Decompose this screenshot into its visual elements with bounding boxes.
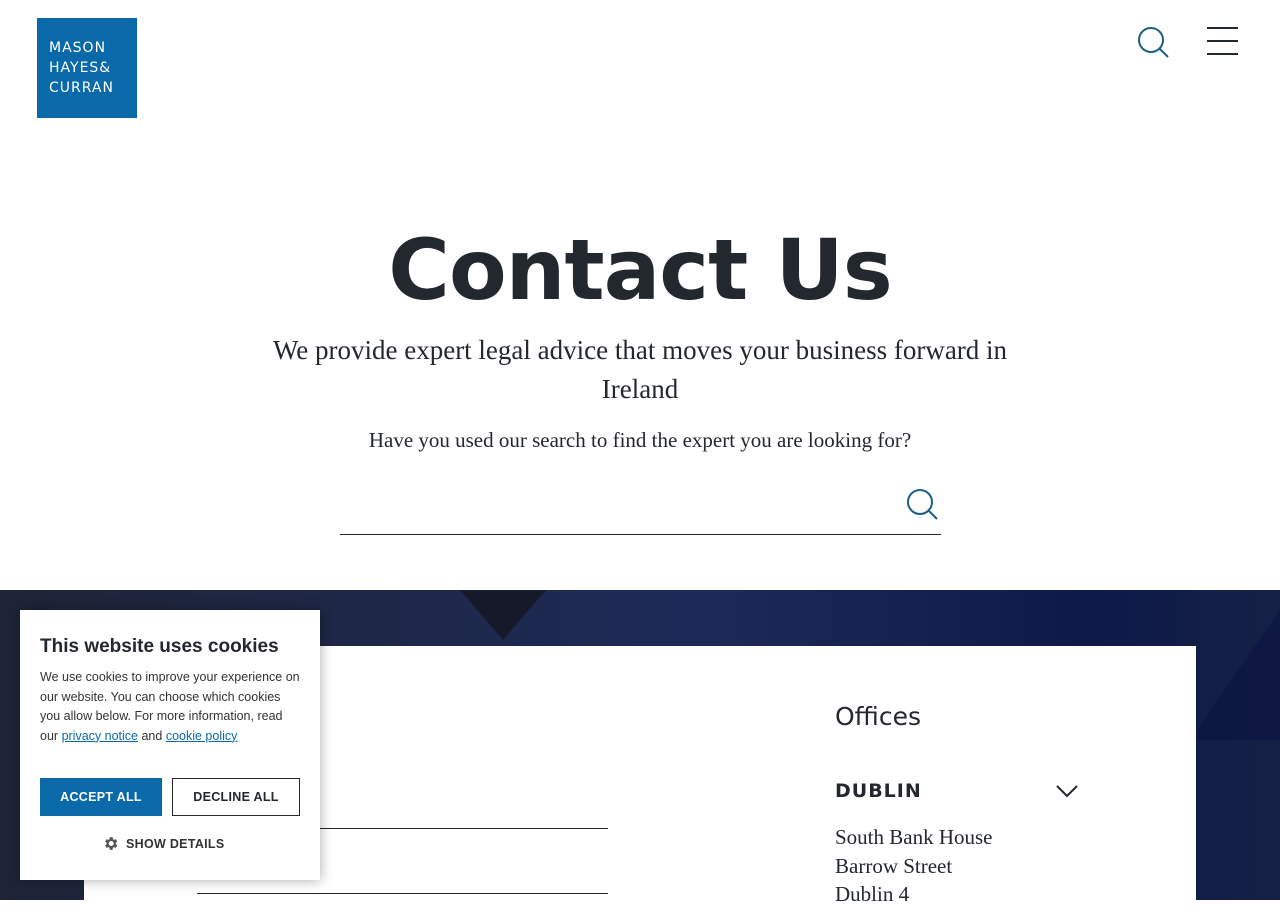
- hamburger-icon: [1207, 40, 1238, 42]
- cookie-text: We use cookies to improve your experienc…: [40, 668, 302, 746]
- hamburger-icon: [1207, 27, 1238, 29]
- decline-all-button[interactable]: DECLINE ALL: [172, 778, 300, 816]
- show-details-button[interactable]: SHOW DETAILS: [102, 835, 225, 852]
- cookie-and-text: and: [141, 728, 163, 743]
- search-prompt: Have you used our search to find the exp…: [368, 428, 912, 452]
- logo-line-1: MASON: [49, 40, 107, 56]
- header-search-button[interactable]: [1137, 26, 1171, 60]
- hamburger-icon: [1207, 53, 1238, 55]
- cookie-banner: This website uses cookies We use cookies…: [20, 610, 320, 880]
- office-name-dublin[interactable]: DUBLIN: [835, 780, 922, 802]
- search-icon: [907, 489, 938, 520]
- search-icon: [1138, 27, 1169, 58]
- header-menu-button[interactable]: [1207, 26, 1239, 56]
- chevron-down-icon[interactable]: [1055, 783, 1079, 799]
- privacy-notice-link[interactable]: privacy notice: [62, 729, 138, 743]
- show-details-label: SHOW DETAILS: [126, 836, 225, 851]
- address-line: Barrow Street: [835, 853, 953, 878]
- office-address: South Bank House Barrow Street Dublin 4: [835, 823, 993, 909]
- search-bar: [340, 480, 941, 535]
- decorative-triangle-icon: [460, 590, 546, 640]
- gear-icon: [105, 837, 118, 850]
- cookie-title: This website uses cookies: [40, 636, 279, 657]
- search-submit-button[interactable]: [906, 488, 940, 522]
- page-title: Contact Us: [388, 221, 892, 319]
- address-line: South Bank House: [835, 825, 993, 849]
- cookie-policy-link[interactable]: cookie policy: [166, 729, 238, 743]
- logo-line-3: CURRAN: [49, 80, 114, 96]
- address-line: Dublin 4: [835, 882, 910, 906]
- form-field-underline[interactable]: [197, 893, 608, 894]
- accept-all-button[interactable]: ACCEPT ALL: [40, 778, 162, 816]
- offices-title: Offices: [835, 702, 921, 731]
- page-subtitle: We provide expert legal advice that move…: [272, 335, 1008, 404]
- decorative-diagonal-icon: [1190, 610, 1280, 740]
- site-logo[interactable]: MASON HAYES& CURRAN: [37, 18, 137, 118]
- logo-line-2: HAYES&: [49, 60, 112, 76]
- search-input[interactable]: [340, 480, 880, 530]
